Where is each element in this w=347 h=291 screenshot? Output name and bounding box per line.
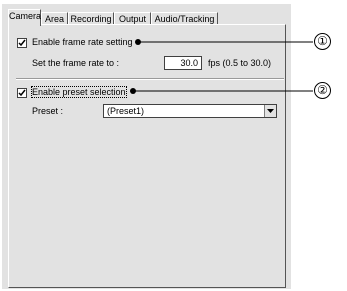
callout-number-2: ② [314, 82, 331, 99]
callout-number-1: ① [314, 33, 331, 50]
callout-leaders [130, 39, 313, 94]
tab-camera[interactable]: Camera [8, 9, 41, 26]
